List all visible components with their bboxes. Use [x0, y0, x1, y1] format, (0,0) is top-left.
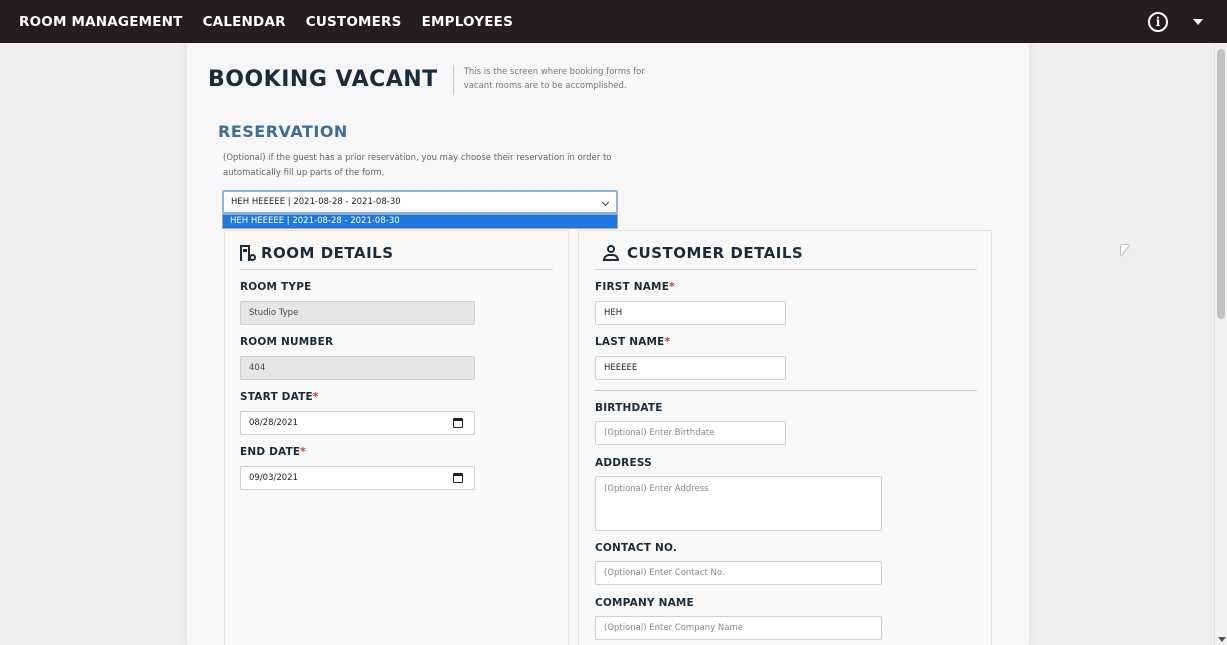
building-icon [240, 244, 256, 262]
page-subtitle: This is the screen where booking forms f… [463, 67, 645, 91]
scroll-down-arrow-icon[interactable] [1218, 637, 1226, 642]
page-header: BOOKING VACANT This is the screen where … [208, 65, 664, 95]
birthdate-input[interactable]: (Optional) Enter Birthdate [595, 421, 786, 445]
required-marker: * [664, 336, 671, 348]
chevron-down-icon[interactable] [601, 198, 610, 207]
nav-employees[interactable]: EMPLOYEES [422, 14, 513, 30]
mouse-cursor-icon [1121, 245, 1129, 256]
start-date-value: 08/28/2021 [249, 418, 298, 428]
start-date-label: START DATE* [240, 391, 319, 403]
contact-no-label: CONTACT NO. [595, 542, 678, 554]
first-name-input[interactable]: HEH [595, 301, 786, 325]
required-marker: * [312, 391, 319, 403]
room-number-label: ROOM NUMBER [240, 336, 334, 348]
booking-form-card: BOOKING VACANT This is the screen where … [187, 43, 1029, 645]
nav-links: ROOM MANAGEMENT CALENDAR CUSTOMERS EMPLO… [19, 14, 533, 30]
customer-details-divider [595, 269, 977, 270]
required-marker: * [669, 281, 675, 293]
room-details-divider [240, 269, 553, 270]
header-divider [452, 65, 454, 95]
birthdate-label: BIRTHDATE [595, 402, 663, 414]
nav-calendar[interactable]: CALENDAR [203, 14, 286, 30]
first-name-label: FIRST NAME* [595, 281, 675, 293]
end-date-label: END DATE* [240, 446, 306, 458]
customer-details-heading: CUSTOMER DETAILS [603, 244, 803, 262]
calendar-icon[interactable] [453, 418, 463, 428]
end-date-value: 09/03/2021 [249, 473, 298, 483]
customer-details-title: CUSTOMER DETAILS [627, 244, 804, 262]
person-icon [603, 245, 619, 261]
page-title: BOOKING VACANT [208, 67, 438, 92]
reservation-option[interactable]: HEH HEEEEE | 2021-08-28 - 2021-08-30 [223, 215, 617, 228]
nav-customers[interactable]: CUSTOMERS [306, 14, 402, 30]
end-date-input[interactable]: 09/03/2021 [240, 466, 475, 490]
caret-down-icon[interactable] [1193, 18, 1203, 25]
room-number-field: 404 [240, 356, 475, 380]
address-label: ADDRESS [595, 457, 652, 469]
start-date-input[interactable]: 08/28/2021 [240, 411, 475, 435]
room-type-label: ROOM TYPE [240, 281, 312, 293]
nav-room-management[interactable]: ROOM MANAGEMENT [19, 14, 183, 30]
room-details-title: ROOM DETAILS [261, 244, 394, 262]
scrollbar-thumb[interactable] [1217, 49, 1225, 319]
top-navbar: ROOM MANAGEMENT CALENDAR CUSTOMERS EMPLO… [0, 0, 1227, 43]
calendar-icon[interactable] [453, 473, 463, 483]
last-name-input[interactable]: HEEEEE [595, 356, 786, 380]
customer-details-panel: CUSTOMER DETAILS FIRST NAME* HEH LAST NA… [578, 230, 992, 645]
company-name-label: COMPANY NAME [595, 597, 694, 609]
last-name-label: LAST NAME* [595, 336, 671, 348]
company-name-input[interactable]: (Optional) Enter Company Name [595, 616, 882, 640]
reservation-description: (Optional) if the guest has a prior rese… [223, 153, 612, 178]
required-marker: * [300, 446, 306, 458]
reservation-select[interactable]: HEH HEEEEE | 2021-08-28 - 2021-08-30 [222, 190, 618, 214]
reservation-selected-value: HEH HEEEEE | 2021-08-28 - 2021-08-30 [231, 197, 401, 207]
reservation-title: RESERVATION [218, 122, 348, 141]
room-details-panel: ROOM DETAILS ROOM TYPE Studio Type ROOM … [224, 230, 569, 645]
customer-section-divider [595, 390, 977, 391]
room-details-heading: ROOM DETAILS [240, 244, 394, 262]
room-type-field: Studio Type [240, 301, 475, 325]
reservation-dropdown: HEH HEEEEE | 2021-08-28 - 2021-08-30 [222, 214, 618, 229]
contact-no-input[interactable]: (Optional) Enter Contact No. [595, 561, 882, 585]
nav-right: i [1148, 0, 1203, 43]
info-circle-icon[interactable]: i [1148, 11, 1168, 32]
page-scrollbar[interactable] [1214, 43, 1227, 645]
address-textarea[interactable]: (Optional) Enter Address [595, 476, 882, 531]
